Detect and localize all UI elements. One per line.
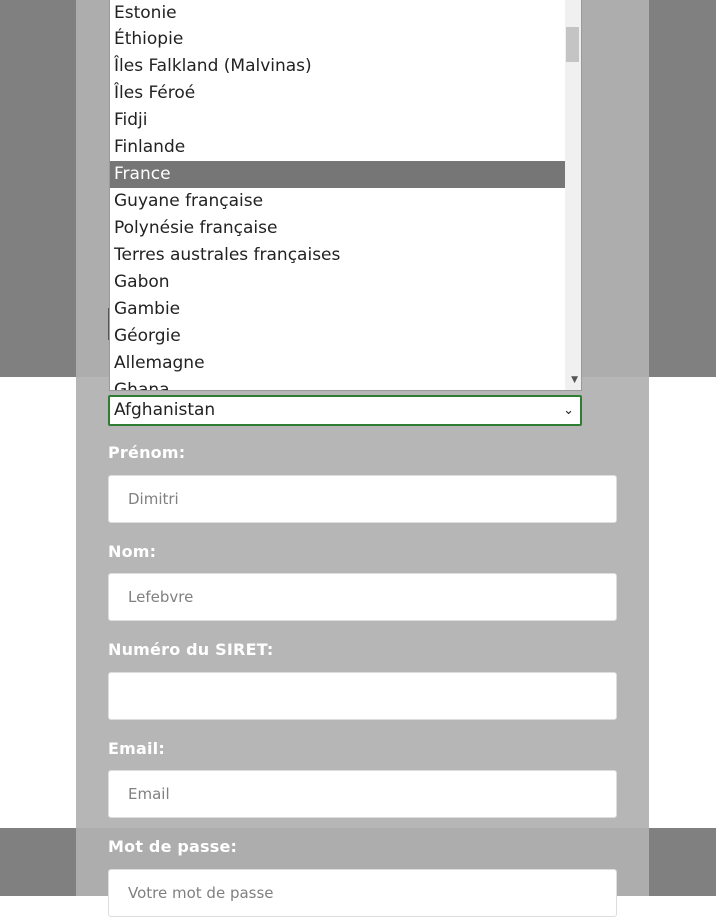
country-option[interactable]: Polynésie française	[110, 215, 566, 242]
country-option[interactable]: Géorgie	[110, 323, 566, 350]
password-label: Mot de passe:	[108, 837, 238, 856]
country-option[interactable]: Terres australes françaises	[110, 242, 566, 269]
country-select[interactable]: Afghanistan ⌄	[108, 395, 582, 426]
country-options: Estonie Éthiopie Îles Falkland (Malvinas…	[110, 0, 566, 390]
scrollbar-thumb[interactable]	[566, 27, 579, 62]
chevron-down-icon: ⌄	[563, 403, 574, 418]
scroll-down-arrow-icon[interactable]: ▼	[571, 374, 578, 386]
prenom-label: Prénom:	[108, 443, 186, 462]
country-option[interactable]: Guyane française	[110, 188, 566, 215]
siret-input[interactable]	[108, 672, 617, 720]
dropdown-scrollbar[interactable]: ▼	[565, 0, 581, 390]
country-option[interactable]: Allemagne	[110, 350, 566, 377]
country-option-highlighted[interactable]: France	[110, 161, 566, 188]
email-input[interactable]: Email	[108, 770, 617, 818]
country-dropdown-list[interactable]: Estonie Éthiopie Îles Falkland (Malvinas…	[109, 0, 582, 391]
country-option[interactable]: Estonie	[110, 0, 566, 26]
email-label: Email:	[108, 739, 165, 758]
country-option[interactable]: Finlande	[110, 134, 566, 161]
nom-input[interactable]: Lefebvre	[108, 573, 617, 621]
country-option[interactable]: Ghana	[110, 377, 566, 390]
country-option[interactable]: Îles Féroé	[110, 80, 566, 107]
country-select-value: Afghanistan	[114, 400, 216, 420]
country-option[interactable]: Gabon	[110, 269, 566, 296]
country-option[interactable]: Fidji	[110, 107, 566, 134]
country-option[interactable]: Îles Falkland (Malvinas)	[110, 53, 566, 80]
prenom-input[interactable]: Dimitri	[108, 475, 617, 523]
country-option[interactable]: Gambie	[110, 296, 566, 323]
country-option[interactable]: Éthiopie	[110, 26, 566, 53]
siret-label: Numéro du SIRET:	[108, 640, 274, 659]
password-input[interactable]: Votre mot de passe	[108, 869, 617, 917]
nom-label: Nom:	[108, 542, 157, 561]
